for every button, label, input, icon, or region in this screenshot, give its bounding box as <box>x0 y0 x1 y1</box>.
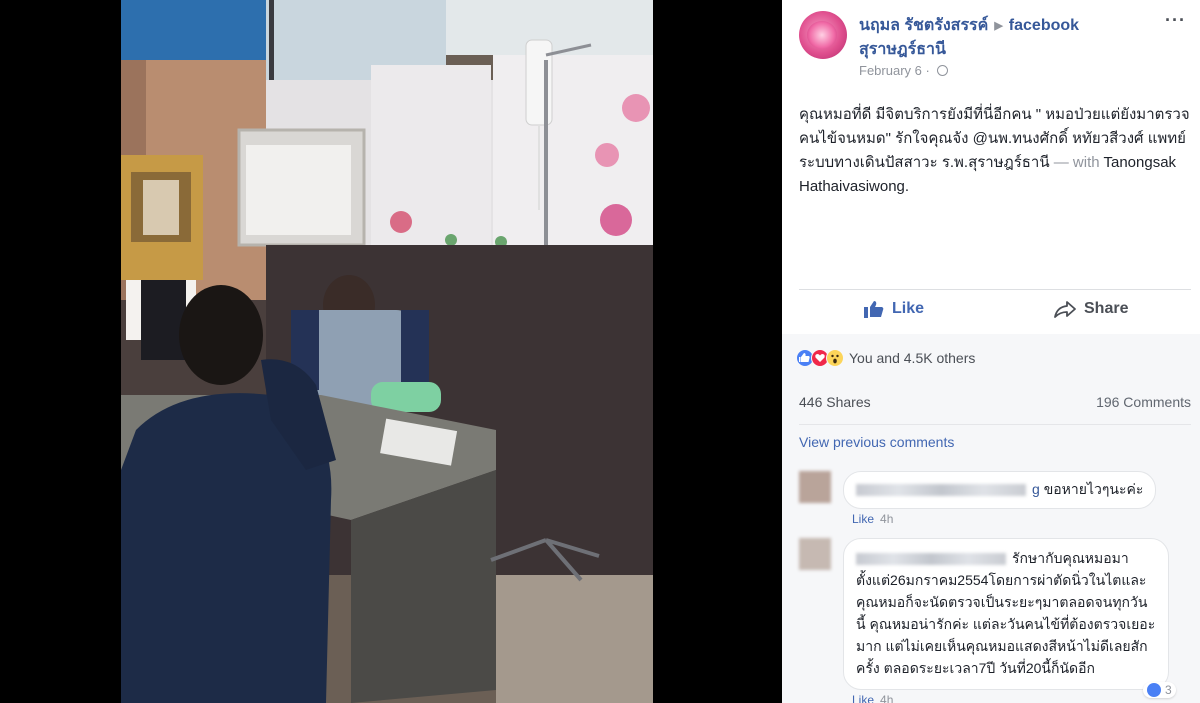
post-actions: Like Share <box>782 290 1200 334</box>
post-text-end: . <box>904 178 910 195</box>
comment-meta: Like 4h <box>852 693 893 703</box>
comment-reaction-count: 3 <box>1165 683 1172 697</box>
like-button[interactable]: Like <box>864 300 924 318</box>
reactions-summary[interactable]: You and 4.5K others <box>796 349 975 367</box>
reactions-comments-area: You and 4.5K others 446 Shares 196 Comme… <box>782 334 1200 703</box>
author-line: นฤมล รัชตรังสรรค์ ▶ facebook <box>859 13 1079 38</box>
author-avatar[interactable] <box>799 11 847 59</box>
commenter-name-blurred[interactable] <box>856 484 1026 497</box>
share-button[interactable]: Share <box>1054 300 1128 318</box>
post-text-with: — with <box>1049 154 1104 171</box>
photo-scene <box>121 0 653 703</box>
commenter-avatar[interactable] <box>799 538 831 570</box>
comment-item: g ขอหายไวๆนะค่ะ Like 4h <box>799 471 1191 531</box>
page-name-line2[interactable]: สุราษฎร์ธานี <box>859 37 946 62</box>
comment-like-link[interactable]: Like <box>852 512 874 526</box>
divider <box>799 424 1191 425</box>
post-date[interactable]: February 6 <box>859 63 922 78</box>
comments-count[interactable]: 196 Comments <box>1096 394 1191 410</box>
commenter-avatar[interactable] <box>799 471 831 503</box>
view-previous-comments-link[interactable]: View previous comments <box>799 434 954 450</box>
comment-text: รักษากับคุณหมอมาตั้งแต่26มกราคม2554โดยกา… <box>856 550 1156 676</box>
like-reaction-icon <box>1147 683 1161 697</box>
comment-time[interactable]: 4h <box>880 512 893 526</box>
more-options-button[interactable]: ··· <box>1165 10 1186 31</box>
comment-meta: Like 4h <box>852 512 893 526</box>
shares-count[interactable]: 446 Shares <box>799 394 871 410</box>
comment-bubble: รักษากับคุณหมอมาตั้งแต่26มกราคม2554โดยกา… <box>843 538 1169 690</box>
post-panel: นฤมล รัชตรังสรรค์ ▶ facebook สุราษฎร์ธานี … <box>782 0 1200 703</box>
arrow-right-icon: ▶ <box>994 20 1003 33</box>
share-label: Share <box>1084 300 1129 317</box>
avatar-image <box>807 21 837 49</box>
comment-like-link[interactable]: Like <box>852 693 874 703</box>
reactions-summary-text: You and 4.5K others <box>849 350 976 366</box>
page-name[interactable]: facebook <box>1009 17 1079 34</box>
like-label: Like <box>892 300 925 317</box>
comment-bubble: g ขอหายไวๆนะค่ะ <box>843 471 1157 509</box>
thumbs-up-icon <box>864 301 884 318</box>
commenter-name-blurred[interactable] <box>856 553 1006 566</box>
post-text: คุณหมอที่ดี มีจิตบริการยังมีที่นี่อีกคน … <box>799 103 1191 199</box>
comment-time[interactable]: 4h <box>880 693 893 703</box>
post-photo[interactable] <box>121 0 653 703</box>
post-stats: 446 Shares 196 Comments <box>799 394 1191 410</box>
commenter-name-suffix[interactable]: g <box>1032 481 1040 497</box>
globe-icon <box>937 65 949 76</box>
wow-reaction-icon <box>826 349 844 367</box>
comment-reactions[interactable]: 3 <box>1143 682 1176 698</box>
share-icon <box>1054 301 1076 318</box>
comment-item: รักษากับคุณหมอมาตั้งแต่26มกราคม2554โดยกา… <box>799 538 1191 703</box>
comment-text: ขอหายไวๆนะค่ะ <box>1043 481 1144 497</box>
author-name[interactable]: นฤมล รัชตรังสรรค์ <box>859 17 988 34</box>
post-date-line: February 6 · <box>859 63 949 78</box>
post-header: นฤมล รัชตรังสรรค์ ▶ facebook สุราษฎร์ธานี … <box>782 0 1200 90</box>
photo-viewer <box>0 0 782 703</box>
